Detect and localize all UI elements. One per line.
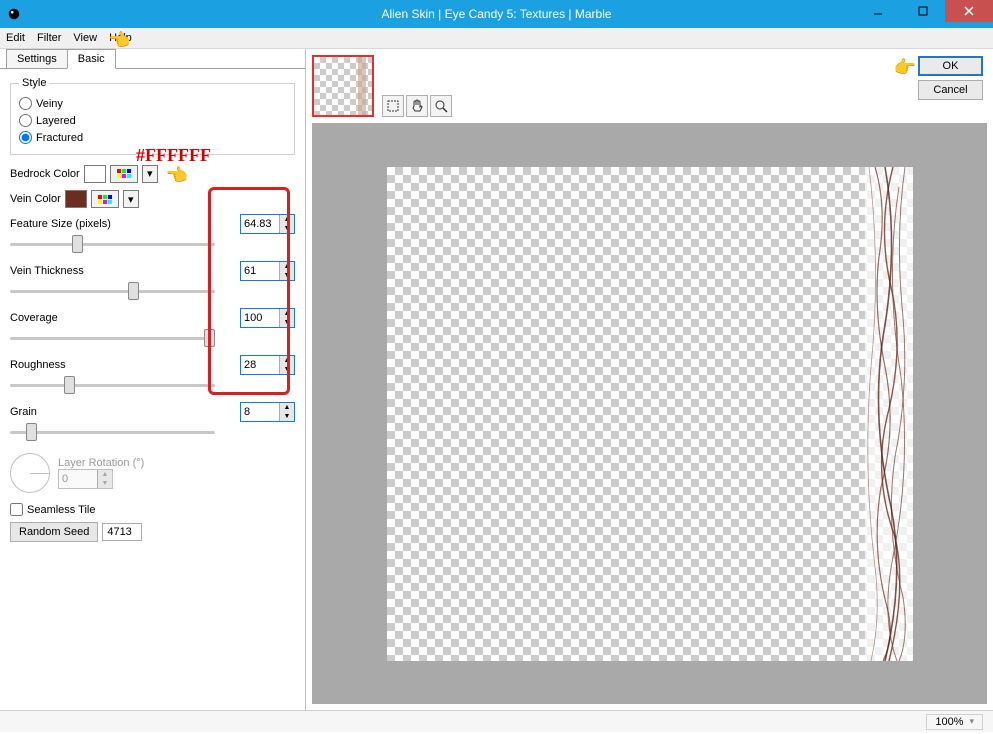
hand-tool-button[interactable]: [406, 95, 428, 117]
grain-slider[interactable]: [10, 424, 215, 440]
feature-size-slider[interactable]: [10, 236, 215, 252]
menu-filter[interactable]: Filter: [37, 32, 61, 44]
pointer-annotation-icon: 👉: [894, 57, 916, 78]
bedrock-palette-button[interactable]: [110, 165, 138, 183]
preview-thumbnail[interactable]: [312, 55, 374, 117]
vein-dropdown-button[interactable]: ▾: [123, 190, 139, 208]
chevron-down-icon: ▾: [969, 716, 974, 727]
menu-view[interactable]: View: [73, 32, 97, 44]
rotation-spinner: ▲▼: [58, 469, 113, 489]
coverage-label: Coverage: [10, 312, 58, 324]
vein-palette-button[interactable]: [91, 190, 119, 208]
feature-size-spinner[interactable]: ▲▼: [240, 214, 295, 234]
vein-label: Vein Color: [10, 193, 61, 205]
vein-swatch[interactable]: [65, 190, 87, 208]
rotation-label: Layer Rotation (°): [58, 457, 144, 469]
bedrock-swatch[interactable]: [84, 165, 106, 183]
select-tool-button[interactable]: [382, 95, 404, 117]
radio-veiny[interactable]: Veiny: [19, 95, 286, 112]
vein-thickness-label: Vein Thickness: [10, 265, 84, 277]
grain-spinner[interactable]: ▲▼: [240, 402, 295, 422]
tab-basic[interactable]: Basic: [67, 49, 116, 69]
preview-canvas[interactable]: [387, 167, 913, 661]
style-group: Style Veiny Layered Fractured: [10, 77, 295, 155]
menu-edit[interactable]: Edit: [6, 32, 25, 44]
rotation-dial: [10, 453, 50, 493]
maximize-button[interactable]: [900, 0, 945, 22]
random-seed-button[interactable]: Random Seed: [10, 522, 98, 542]
cancel-button[interactable]: Cancel: [918, 80, 983, 100]
pointer-annotation-icon: 👈: [166, 165, 188, 186]
statusbar: 100% ▾: [0, 710, 993, 732]
pointer-annotation-icon: 👈: [108, 30, 130, 51]
bedrock-dropdown-button[interactable]: ▾: [142, 165, 158, 183]
titlebar: Alien Skin | Eye Candy 5: Textures | Mar…: [0, 0, 993, 28]
radio-fractured[interactable]: Fractured: [19, 129, 286, 146]
coverage-spinner[interactable]: ▲▼: [240, 308, 295, 328]
ok-button[interactable]: OK: [918, 56, 983, 76]
zoom-tool-button[interactable]: [430, 95, 452, 117]
window-title: Alien Skin | Eye Candy 5: Textures | Mar…: [0, 7, 993, 21]
left-panel: Settings Basic Style Veiny Layered Fract…: [0, 49, 306, 710]
style-legend: Style: [19, 77, 49, 89]
feature-size-label: Feature Size (pixels): [10, 218, 111, 230]
app-icon: [6, 6, 22, 22]
seamless-tile-checkbox[interactable]: Seamless Tile: [10, 503, 295, 516]
tab-settings[interactable]: Settings: [6, 49, 68, 69]
roughness-label: Roughness: [10, 359, 66, 371]
vein-thickness-slider[interactable]: [10, 283, 215, 299]
menubar: Edit Filter View Help 👈: [0, 28, 993, 49]
bedrock-label: Bedrock Color: [10, 168, 80, 180]
radio-layered[interactable]: Layered: [19, 112, 286, 129]
preview-area: [312, 123, 987, 704]
coverage-slider[interactable]: [10, 330, 215, 346]
minimize-button[interactable]: [855, 0, 900, 22]
marble-vein-render: [865, 167, 913, 661]
grain-label: Grain: [10, 406, 37, 418]
close-button[interactable]: [945, 0, 993, 22]
seed-input[interactable]: [102, 523, 142, 541]
roughness-slider[interactable]: [10, 377, 215, 393]
zoom-indicator[interactable]: 100% ▾: [926, 714, 983, 730]
roughness-spinner[interactable]: ▲▼: [240, 355, 295, 375]
right-panel: 👉 OK Cancel: [306, 49, 993, 710]
vein-thickness-spinner[interactable]: ▲▼: [240, 261, 295, 281]
